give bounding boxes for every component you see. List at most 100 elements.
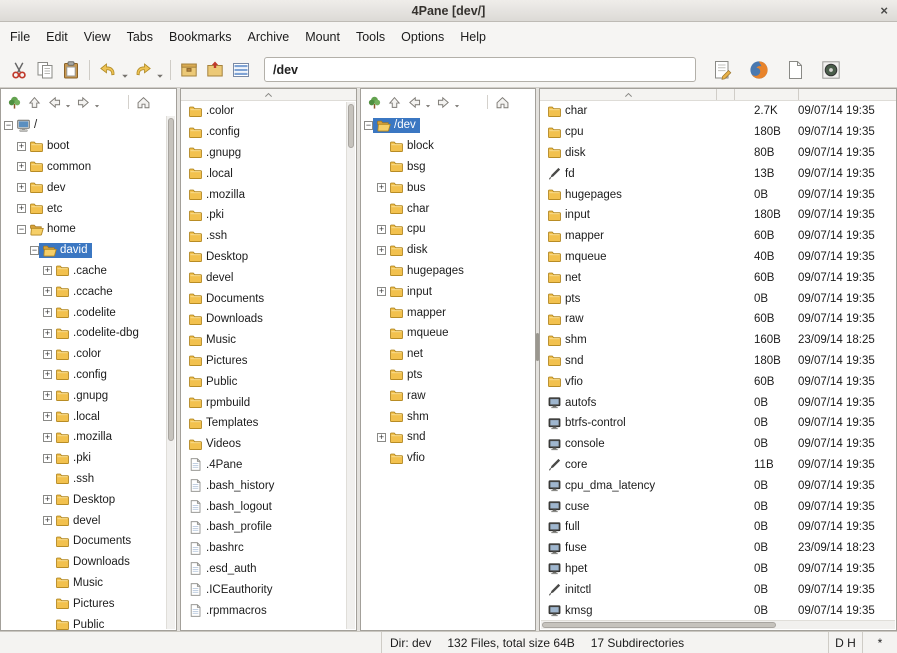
file-row-cpu_dma_latency[interactable]: cpu_dma_latency 0B 09/07/14 19:35	[540, 475, 896, 496]
file-row-autofs[interactable]: autofs 0B 09/07/14 19:35	[540, 392, 896, 413]
undo-history-dropdown-icon[interactable]	[121, 60, 130, 80]
tree-item-vfio[interactable]: vfio	[361, 448, 535, 469]
file-item-.iceauthority[interactable]: .ICEauthority	[181, 579, 356, 600]
menu-mount[interactable]: Mount	[297, 25, 348, 49]
tree-item-.local[interactable]: + .local	[1, 406, 176, 427]
cut-button[interactable]	[6, 57, 32, 83]
left-tree-scrollbar[interactable]	[166, 116, 175, 629]
tree-item-.codelite-dbg[interactable]: + .codelite-dbg	[1, 323, 176, 344]
up-button[interactable]	[385, 93, 403, 111]
back-button[interactable]	[405, 93, 423, 111]
file-row-raw[interactable]: raw 60B 09/07/14 19:35	[540, 309, 896, 330]
file-row-initctl[interactable]: initctl 0B 09/07/14 19:35	[540, 579, 896, 600]
file-row-core[interactable]: core 11B 09/07/14 19:35	[540, 455, 896, 476]
file-row-cuse[interactable]: cuse 0B 09/07/14 19:35	[540, 496, 896, 517]
tree-item-.color[interactable]: + .color	[1, 344, 176, 365]
tree-item-.config[interactable]: + .config	[1, 365, 176, 386]
tree-item-.mozilla[interactable]: + .mozilla	[1, 427, 176, 448]
tree-item-pts[interactable]: pts	[361, 365, 535, 386]
menu-view[interactable]: View	[76, 25, 119, 49]
menu-archive[interactable]: Archive	[240, 25, 298, 49]
expand-icon[interactable]: +	[43, 308, 52, 318]
text-editor-button[interactable]	[710, 57, 736, 83]
expand-icon[interactable]: +	[43, 412, 52, 422]
left-file-sort-header[interactable]	[181, 89, 356, 101]
scrollbar-thumb[interactable]	[348, 104, 354, 148]
collapse-icon[interactable]: −	[17, 224, 26, 234]
scrollbar-thumb[interactable]	[542, 622, 776, 628]
tree-item-net[interactable]: net	[361, 344, 535, 365]
file-item-.bash_logout[interactable]: .bash_logout	[181, 496, 356, 517]
tree-item-.ssh[interactable]: .ssh	[1, 469, 176, 490]
web-browser-button[interactable]	[746, 57, 772, 83]
file-row-fuse[interactable]: fuse 0B 23/09/14 18:23	[540, 538, 896, 559]
column-divider[interactable]	[735, 89, 799, 100]
tree-item-snd[interactable]: + snd	[361, 427, 535, 448]
file-item-devel[interactable]: devel	[181, 267, 356, 288]
expand-icon[interactable]: +	[43, 328, 52, 338]
undo-button[interactable]	[95, 57, 121, 83]
menu-help[interactable]: Help	[452, 25, 494, 49]
file-row-disk[interactable]: disk 80B 09/07/14 19:35	[540, 143, 896, 164]
tree-item-char[interactable]: char	[361, 198, 535, 219]
forward-button[interactable]	[434, 93, 452, 111]
dir-view-button[interactable]	[5, 93, 23, 111]
file-item-videos[interactable]: Videos	[181, 434, 356, 455]
up-button[interactable]	[25, 93, 43, 111]
file-item-documents[interactable]: Documents	[181, 288, 356, 309]
tree-item-.pki[interactable]: + .pki	[1, 448, 176, 469]
tree-item-documents[interactable]: Documents	[1, 531, 176, 552]
expand-icon[interactable]: +	[43, 370, 52, 380]
file-item-.bashrc[interactable]: .bashrc	[181, 538, 356, 559]
file-item-.gnupg[interactable]: .gnupg	[181, 143, 356, 164]
file-row-char[interactable]: char 2.7K 09/07/14 19:35	[540, 101, 896, 122]
file-item-music[interactable]: Music	[181, 330, 356, 351]
tree-item-desktop[interactable]: + Desktop	[1, 489, 176, 510]
menu-tabs[interactable]: Tabs	[119, 25, 161, 49]
expand-icon[interactable]: +	[43, 266, 52, 276]
tree-item-david[interactable]: − david	[1, 240, 176, 261]
expand-icon[interactable]: +	[17, 162, 26, 172]
file-item-.ssh[interactable]: .ssh	[181, 226, 356, 247]
close-button[interactable]: ×	[880, 0, 888, 21]
tree-item-etc[interactable]: + etc	[1, 198, 176, 219]
tree-item-music[interactable]: Music	[1, 573, 176, 594]
expand-icon[interactable]: +	[43, 287, 52, 297]
left-file-scrollbar[interactable]	[346, 102, 355, 629]
collapse-icon[interactable]: −	[364, 120, 373, 130]
tree-item-.ccache[interactable]: + .ccache	[1, 281, 176, 302]
expand-icon[interactable]: +	[377, 183, 386, 193]
file-row-hpet[interactable]: hpet 0B 09/07/14 19:35	[540, 559, 896, 580]
forward-history-dropdown-icon[interactable]	[454, 95, 461, 109]
file-item-.local[interactable]: .local	[181, 163, 356, 184]
file-row-net[interactable]: net 60B 09/07/14 19:35	[540, 267, 896, 288]
file-item-.pki[interactable]: .pki	[181, 205, 356, 226]
tree-item-home[interactable]: − home	[1, 219, 176, 240]
back-history-dropdown-icon[interactable]	[65, 95, 72, 109]
tree-item-input[interactable]: + input	[361, 281, 535, 302]
menu-tools[interactable]: Tools	[348, 25, 393, 49]
file-item-.bash_profile[interactable]: .bash_profile	[181, 517, 356, 538]
expand-icon[interactable]: +	[43, 349, 52, 359]
right-file-sort-header[interactable]	[540, 89, 896, 101]
file-row-mapper[interactable]: mapper 60B 09/07/14 19:35	[540, 226, 896, 247]
collapse-icon[interactable]: −	[30, 245, 39, 255]
tree-item-common[interactable]: + common	[1, 157, 176, 178]
file-item-.config[interactable]: .config	[181, 122, 356, 143]
copy-button[interactable]	[32, 57, 58, 83]
forward-button[interactable]	[74, 93, 92, 111]
file-item-.esd_auth[interactable]: .esd_auth	[181, 559, 356, 580]
redo-button[interactable]	[130, 57, 156, 83]
new-document-button[interactable]	[782, 57, 808, 83]
file-row-shm[interactable]: shm 160B 23/09/14 18:25	[540, 330, 896, 351]
expand-icon[interactable]: +	[377, 224, 386, 234]
file-row-kmsg[interactable]: kmsg 0B 09/07/14 19:35	[540, 600, 896, 621]
column-divider[interactable]	[717, 89, 735, 100]
multi-pane-view-button[interactable]	[228, 57, 254, 83]
file-row-mqueue[interactable]: mqueue 40B 09/07/14 19:35	[540, 247, 896, 268]
tree-item-pictures[interactable]: Pictures	[1, 593, 176, 614]
tree-item-dev[interactable]: − /dev	[361, 115, 535, 136]
tree-item-.cache[interactable]: + .cache	[1, 261, 176, 282]
tree-item-mapper[interactable]: mapper	[361, 302, 535, 323]
menu-edit[interactable]: Edit	[38, 25, 76, 49]
